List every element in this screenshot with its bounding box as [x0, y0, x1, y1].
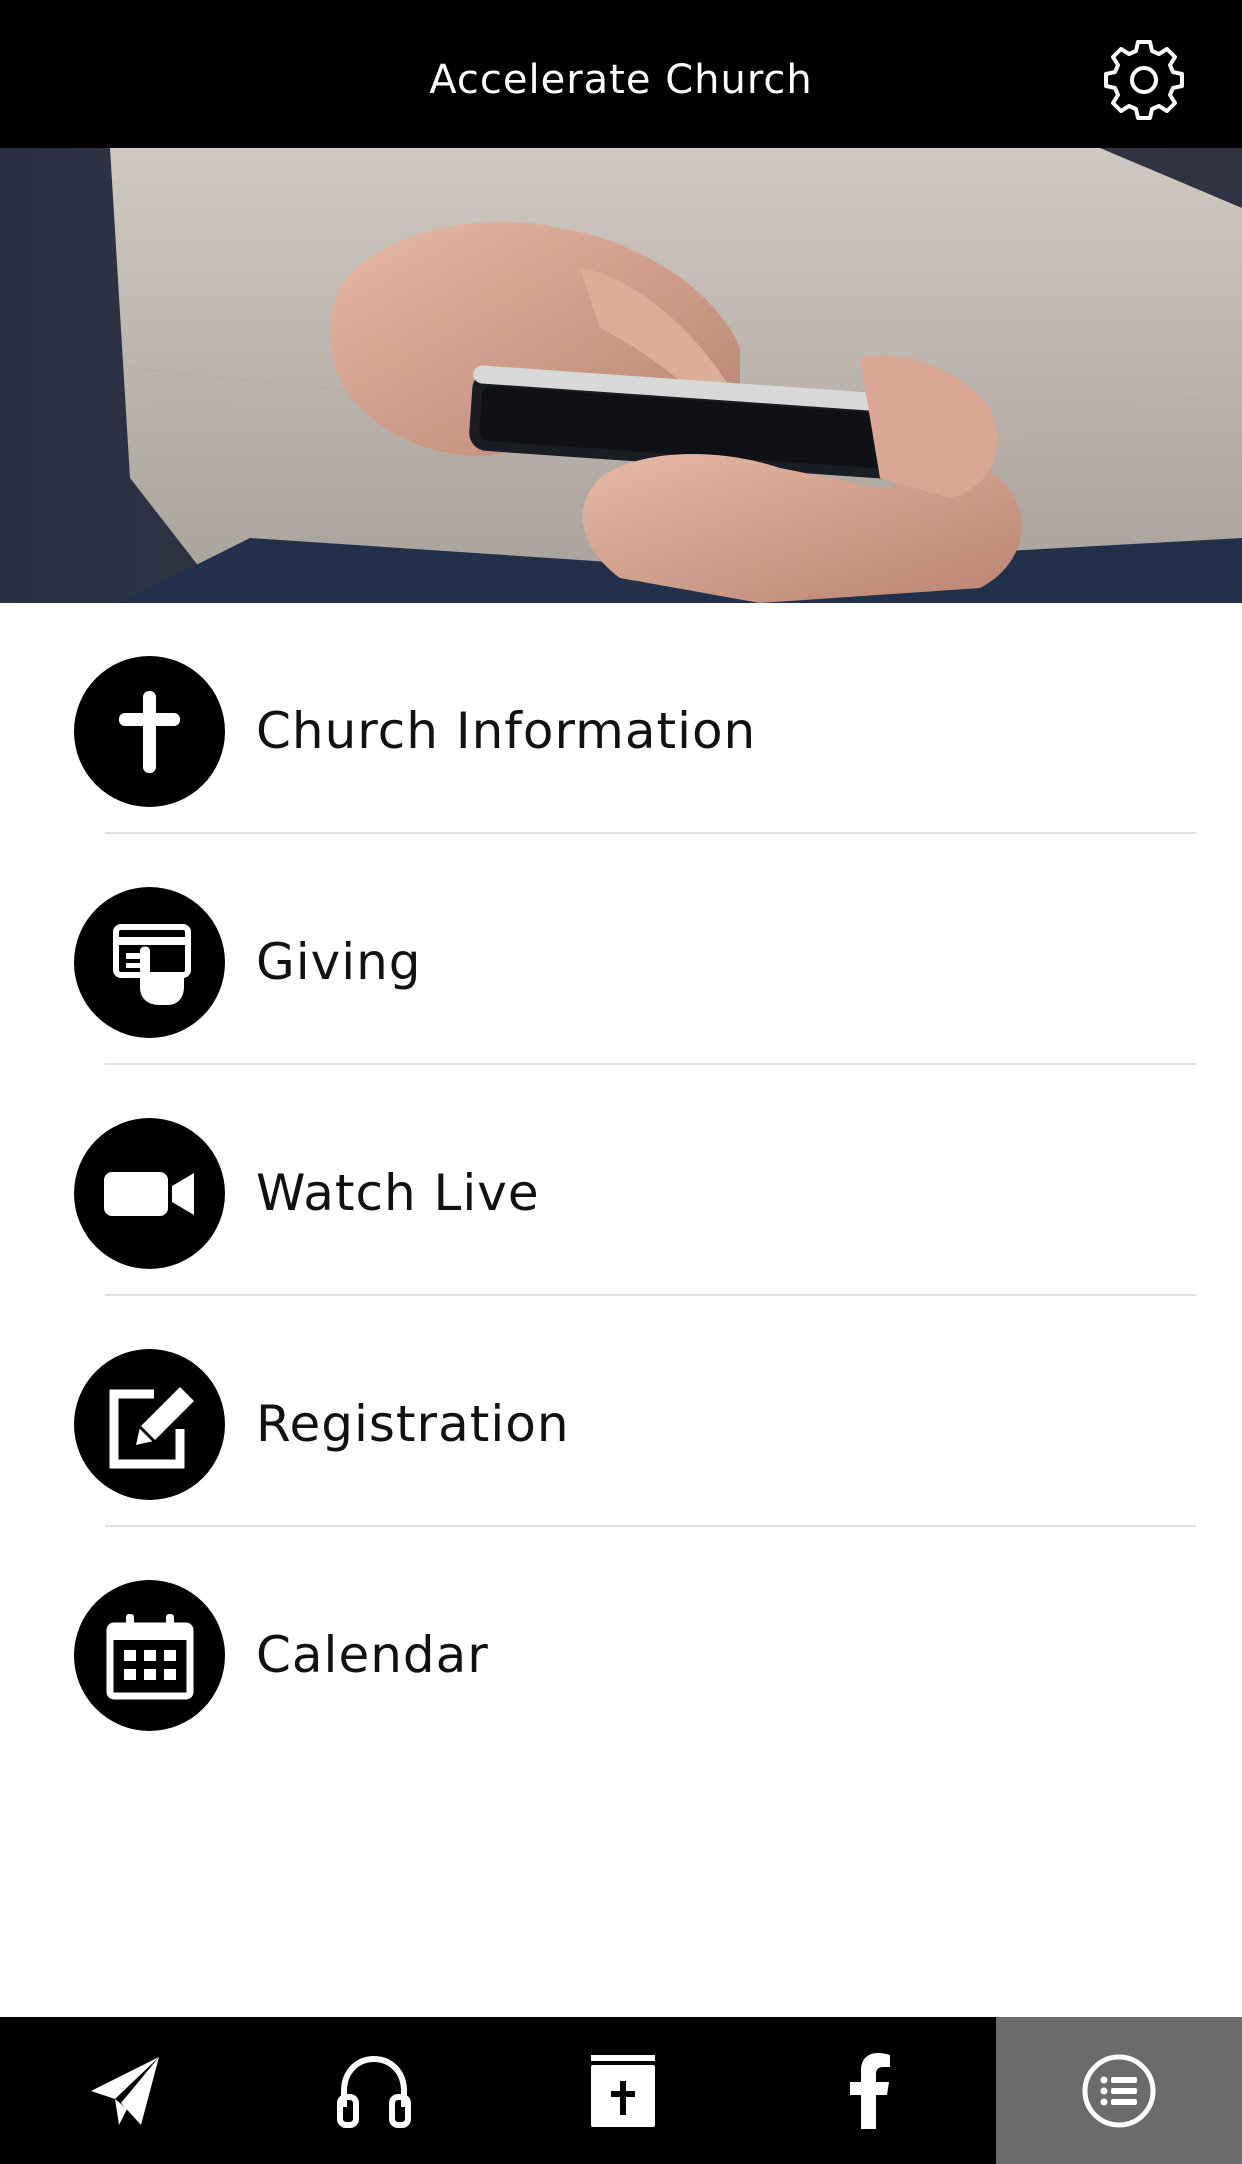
video-camera-icon: [74, 1118, 225, 1269]
card-payment-icon: [74, 887, 225, 1038]
calendar-icon: [74, 1580, 225, 1731]
paper-plane-icon: [90, 2056, 159, 2125]
menu-item-registration[interactable]: Registration: [0, 1296, 1242, 1527]
menu-item-calendar[interactable]: Calendar: [0, 1527, 1242, 1758]
menu-item-label: Registration: [256, 1395, 570, 1453]
top-bar: Accelerate Church: [0, 0, 1242, 148]
edit-form-icon: [74, 1349, 225, 1500]
list-icon: [1082, 2054, 1156, 2127]
tab-menu[interactable]: [996, 2017, 1242, 2164]
bible-icon: [590, 2054, 655, 2127]
hands-holding-phone-photo: [0, 148, 1242, 603]
hero-image: [0, 148, 1242, 603]
main-menu: Church Information Giving Watch Live Reg…: [0, 603, 1242, 1758]
facebook-icon: [849, 2052, 890, 2129]
settings-button[interactable]: [1104, 40, 1184, 120]
tab-bible[interactable]: [498, 2017, 747, 2164]
cross-icon: [74, 656, 225, 807]
menu-item-label: Calendar: [256, 1626, 489, 1684]
menu-item-church-information[interactable]: Church Information: [0, 603, 1242, 834]
gear-icon: [1104, 40, 1184, 120]
menu-item-label: Church Information: [256, 702, 757, 760]
tab-facebook[interactable]: [747, 2017, 996, 2164]
menu-item-watch-live[interactable]: Watch Live: [0, 1065, 1242, 1296]
bottom-tab-bar: [0, 2017, 1242, 2164]
menu-item-label: Giving: [256, 933, 422, 991]
headphones-icon: [336, 2055, 411, 2128]
tab-send[interactable]: [0, 2017, 249, 2164]
tab-audio[interactable]: [249, 2017, 498, 2164]
menu-item-giving[interactable]: Giving: [0, 834, 1242, 1065]
menu-item-label: Watch Live: [256, 1164, 540, 1222]
app-title: Accelerate Church: [429, 57, 813, 103]
